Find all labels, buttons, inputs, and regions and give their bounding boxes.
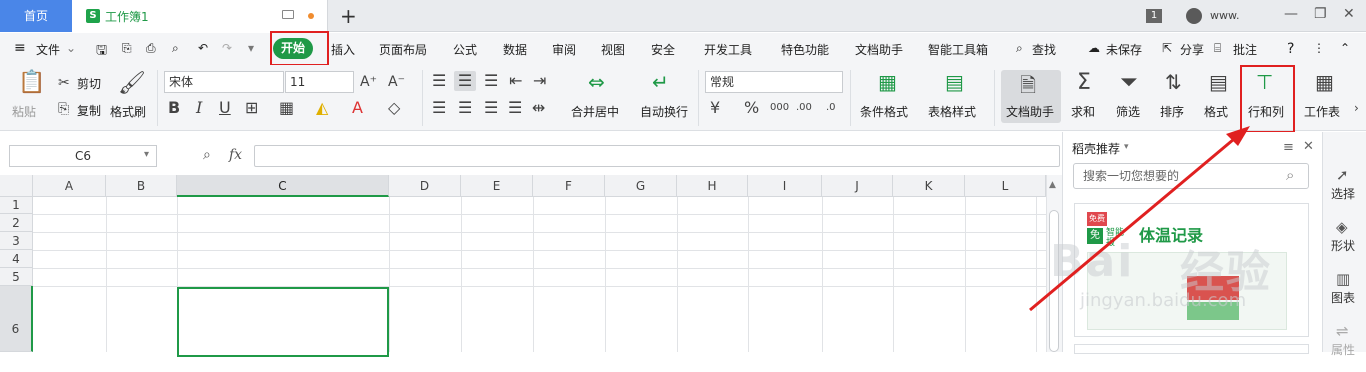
annotation-arrow — [1029, 126, 1250, 312]
